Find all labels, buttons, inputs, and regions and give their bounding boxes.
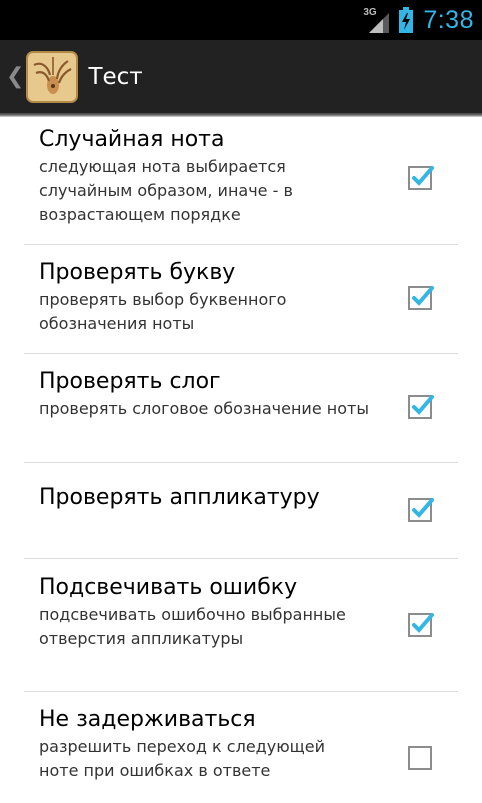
pref-highlight-error[interactable]: Подсвечивать ошибку подсвечивать ошибочн… (0, 573, 459, 651)
status-clock: 7:38 (423, 5, 474, 34)
checkbox-random-note[interactable] (408, 164, 434, 190)
checkbox-check-letter[interactable] (408, 284, 434, 310)
pref-summary: подсвечивать ошибочно выбранные отверсти… (39, 605, 346, 648)
pref-summary: следующая нота выбирается случайным обра… (39, 157, 293, 224)
signal-icon: 3G (363, 7, 390, 33)
pref-check-letter[interactable]: Проверять букву проверять выбор буквенно… (0, 258, 459, 336)
pref-check-fingering[interactable]: Проверять аппликатуру (0, 483, 459, 513)
pref-title: Проверять слог (39, 369, 221, 394)
pref-summary: разрешить переход к следующей ноте при о… (39, 737, 325, 780)
pref-title: Подсвечивать ошибку (39, 575, 298, 600)
battery-charging-icon (399, 7, 414, 33)
checkbox-highlight-error[interactable] (408, 611, 434, 637)
checkbox-no-delay[interactable] (408, 744, 434, 770)
app-icon (26, 50, 79, 103)
pref-check-syllable[interactable]: Проверять слог проверять слоговое обозна… (0, 367, 459, 421)
pref-random-note[interactable]: Случайная нота следующая нота выбирается… (0, 125, 459, 227)
checkbox-check-syllable[interactable] (408, 393, 434, 419)
action-bar-shadow (0, 113, 482, 117)
pref-no-delay[interactable]: Не задерживаться разрешить переход к сле… (0, 705, 459, 783)
pref-title: Проверять аппликатуру (39, 485, 320, 510)
divider (24, 558, 458, 559)
pref-title: Не задерживаться (39, 707, 256, 732)
divider (24, 462, 458, 463)
pref-title: Проверять букву (39, 260, 236, 285)
up-navigation-button[interactable]: ❮ (0, 40, 82, 113)
chevron-left-icon: ❮ (6, 63, 25, 89)
page-title: Тест (88, 63, 143, 90)
divider (24, 244, 458, 245)
pref-title: Случайная нота (39, 127, 225, 152)
status-icons: 3G 7:38 (363, 0, 474, 40)
divider (24, 691, 458, 692)
pref-summary: проверять слоговое обозначение ноты (39, 399, 369, 418)
checkbox-check-fingering[interactable] (408, 496, 434, 522)
pref-summary: проверять выбор буквенного обозначения н… (39, 290, 287, 333)
action-bar: ❮ Тест (0, 40, 482, 113)
status-bar: 3G 7:38 (0, 0, 482, 40)
divider (24, 353, 458, 354)
